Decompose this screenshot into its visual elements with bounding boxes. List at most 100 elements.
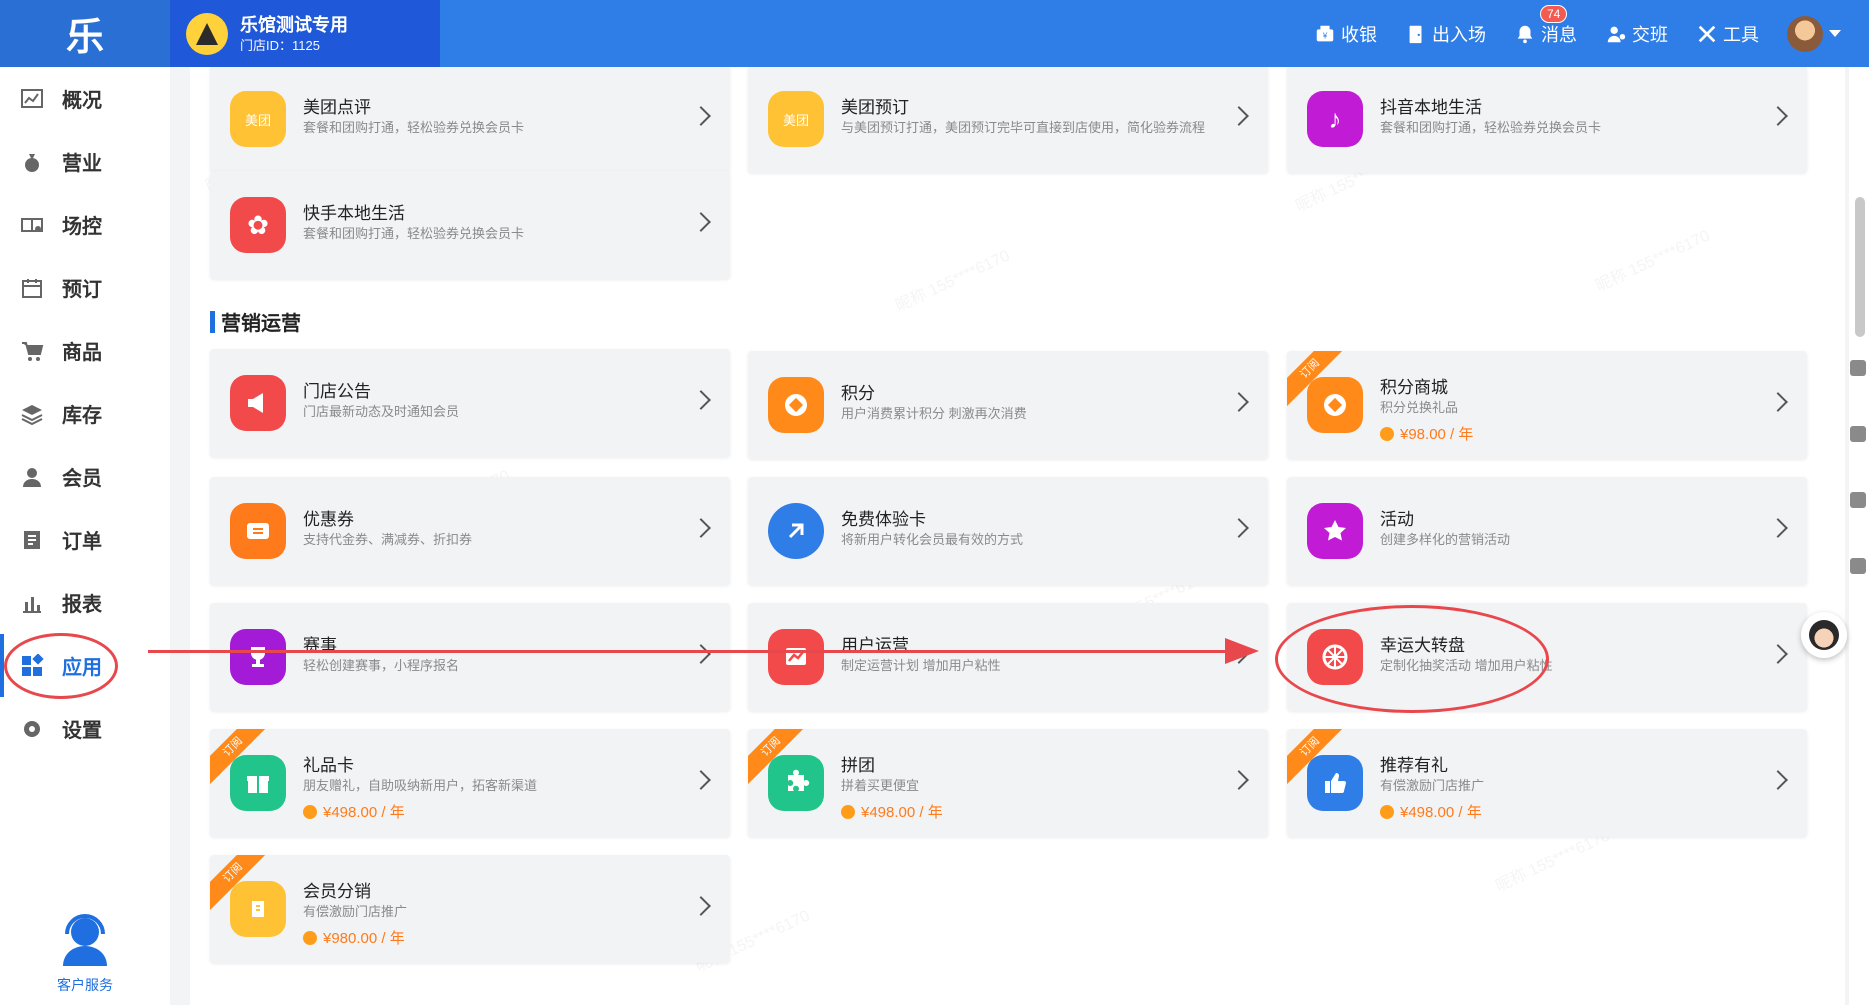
sidebar-item-label: 概况 — [62, 90, 102, 112]
calendar-icon — [22, 278, 42, 298]
app-card-title: 积分 — [841, 384, 875, 403]
sidebar-item-overview[interactable]: 概况 — [0, 67, 170, 130]
right-toolbar — [1847, 360, 1869, 624]
store-id: 门店ID：1125 — [240, 37, 320, 53]
trial-card-icon — [768, 503, 824, 559]
sidebar-item-court-control[interactable]: 场控 — [0, 193, 170, 256]
bell-icon — [1517, 25, 1533, 43]
app-card-desc: 套餐和团购打通，轻松验券兑换会员卡 — [1380, 120, 1602, 135]
sidebar-item-label: 报表 — [62, 594, 102, 616]
scroll-thumb[interactable] — [1855, 197, 1865, 337]
app-card-desc: 套餐和团购打通，轻松验券兑换会员卡 — [303, 120, 525, 135]
app-card-coupon[interactable]: 优惠券 支持代金券、满减券、折扣券 — [210, 477, 730, 585]
app-card-points[interactable]: 积分 用户消费累计积分 刺激再次消费 — [748, 351, 1268, 459]
sidebar-item-products[interactable]: 商品 — [0, 319, 170, 382]
app-card-store-notice[interactable]: 门店公告 门店最新动态及时通知会员 — [210, 349, 730, 457]
sidebar-item-reports[interactable]: 报表 — [0, 571, 170, 634]
kuaishou-icon: ✿ — [230, 197, 286, 253]
app-card-title: 积分商城 — [1380, 378, 1448, 397]
app-card-group-buy[interactable]: 订阅 拼团 拼着买更便宜 ¥498.00 / 年 — [748, 729, 1268, 837]
app-card-desc: 创建多样化的营销活动 — [1380, 532, 1511, 547]
cashier-label: 收银 — [1341, 24, 1377, 45]
app-card-title: 快手本地生活 — [303, 204, 405, 223]
court-icon — [21, 217, 43, 232]
sidebar-item-label: 商品 — [62, 342, 102, 364]
douyin-icon: ♪ — [1307, 91, 1363, 147]
app-card-desc: 支持代金券、满减券、折扣券 — [303, 532, 473, 547]
app-card-title: 会员分销 — [303, 882, 371, 901]
sidebar-item-booking[interactable]: 预订 — [0, 256, 170, 319]
chevron-down-icon[interactable] — [1829, 30, 1841, 37]
app-card-title: 免费体验卡 — [841, 510, 926, 529]
tools-button[interactable]: 工具 — [1696, 21, 1759, 47]
app-card-desc: 轻松创建赛事，小程序报名 — [303, 658, 460, 673]
annotation-arrow-head — [1225, 638, 1259, 664]
app-card-member-distribution[interactable]: 订阅 会员分销 有偿激励门店推广 ¥980.00 / 年 — [210, 855, 730, 963]
customer-service-label: 客户服务 — [57, 977, 113, 993]
handover-button[interactable]: 交班 — [1605, 21, 1668, 47]
sidebar-item-label: 库存 — [62, 405, 102, 427]
app-card-meituan-review[interactable]: 美团 美团点评 套餐和团购打通，轻松验券兑换会员卡 — [210, 67, 730, 173]
points-icon — [768, 377, 824, 433]
app-card-douyin[interactable]: ♪ 抖音本地生活 套餐和团购打通，轻松验券兑换会员卡 — [1287, 67, 1807, 173]
trophy-icon — [230, 629, 286, 685]
group-icon[interactable] — [1850, 492, 1866, 508]
app-card-user-operation[interactable]: 用户运营 制定运营计划 增加用户粘性 — [748, 603, 1268, 711]
tools-label: 工具 — [1723, 24, 1759, 45]
app-card-trial-card[interactable]: 免费体验卡 将新用户转化会员最有效的方式 — [748, 477, 1268, 585]
app-card-tournament[interactable]: 赛事 轻松创建赛事，小程序报名 — [210, 603, 730, 711]
sidebar-item-label: 订单 — [62, 531, 102, 553]
trend-icon — [768, 629, 824, 685]
sidebar-item-label: 预订 — [62, 279, 102, 301]
store-icon[interactable] — [1850, 558, 1866, 574]
coin-icon — [841, 804, 855, 819]
app-card-title: 优惠券 — [303, 510, 354, 529]
sidebar-item-inventory[interactable]: 库存 — [0, 382, 170, 445]
thumbs-up-icon — [1307, 755, 1363, 811]
user-avatar[interactable] — [1787, 15, 1823, 52]
sidebar-item-apps[interactable]: 应用 — [0, 634, 170, 697]
cart-icon — [22, 341, 44, 361]
app-card-gift-card[interactable]: 订阅 礼品卡 朋友赠礼，自助吸纳新用户，拓客新渠道 ¥498.00 / 年 — [210, 729, 730, 837]
sidebar-item-business[interactable]: 营业 — [0, 130, 170, 193]
watermark: 昵称 155****6170 — [891, 242, 1013, 316]
tools-icon — [1698, 25, 1716, 42]
gear-icon — [24, 720, 40, 737]
app-card-activity[interactable]: 活动 创建多样化的营销活动 — [1287, 477, 1807, 585]
messages-button[interactable]: 消息 74 — [1514, 4, 1577, 47]
assistant-avatar[interactable] — [1801, 612, 1847, 658]
app-card-title: 拼团 — [841, 756, 875, 775]
chart-icon — [21, 88, 43, 108]
handover-icon — [1607, 26, 1626, 42]
star-icon — [1307, 503, 1363, 559]
app-card-lucky-wheel[interactable]: 幸运大转盘 定制化抽奖活动 增加用户粘性 — [1287, 603, 1807, 711]
app-card-points-mall[interactable]: 订阅 积分商城 积分兑换礼品 ¥98.00 / 年 — [1287, 351, 1807, 459]
app-card-kuaishou[interactable]: ✿ 快手本地生活 套餐和团购打通，轻松验券兑换会员卡 — [210, 171, 730, 279]
active-indicator — [0, 634, 4, 697]
store-switcher[interactable]: 乐馆测试专用 门店ID：1125 — [170, 0, 440, 67]
sidebar-item-members[interactable]: 会员 — [0, 445, 170, 508]
sidebar-item-orders[interactable]: 订单 — [0, 508, 170, 571]
entry-exit-button[interactable]: 出入场 — [1405, 21, 1486, 47]
customer-service-button[interactable]: 客户服务 — [40, 910, 130, 995]
app-card-desc: 有偿激励门店推广 — [303, 904, 408, 919]
cloud-icon[interactable] — [1850, 426, 1866, 442]
store-avatar — [186, 12, 228, 55]
app-card-meituan-booking[interactable]: 美团 美团预订 与美团预订打通，美团预订完毕可直接到店使用，简化验券流程 — [748, 67, 1268, 173]
headset-icon — [63, 914, 107, 966]
coin-icon — [303, 804, 317, 819]
coupon-icon — [230, 503, 286, 559]
app-card-price: ¥980.00 / 年 — [303, 927, 405, 948]
section-title-marketing: 营销运营 — [210, 307, 301, 336]
app-card-referral[interactable]: 订阅 推荐有礼 有偿激励门店推广 ¥498.00 / 年 — [1287, 729, 1807, 837]
sidebar-item-label: 会员 — [62, 468, 102, 490]
app-card-desc: 门店最新动态及时通知会员 — [303, 404, 460, 419]
app-card-title: 美团预订 — [841, 98, 909, 117]
sidebar-item-settings[interactable]: 设置 — [0, 697, 170, 760]
app-card-title: 门店公告 — [303, 382, 371, 401]
app-logo[interactable]: 乐 — [0, 0, 170, 67]
app-card-desc: 拼着买更便宜 — [841, 778, 920, 793]
meituan-icon: 美团 — [230, 91, 286, 147]
cashier-button[interactable]: ¥ 收银 — [1314, 21, 1377, 47]
layer-icon[interactable] — [1850, 360, 1866, 376]
